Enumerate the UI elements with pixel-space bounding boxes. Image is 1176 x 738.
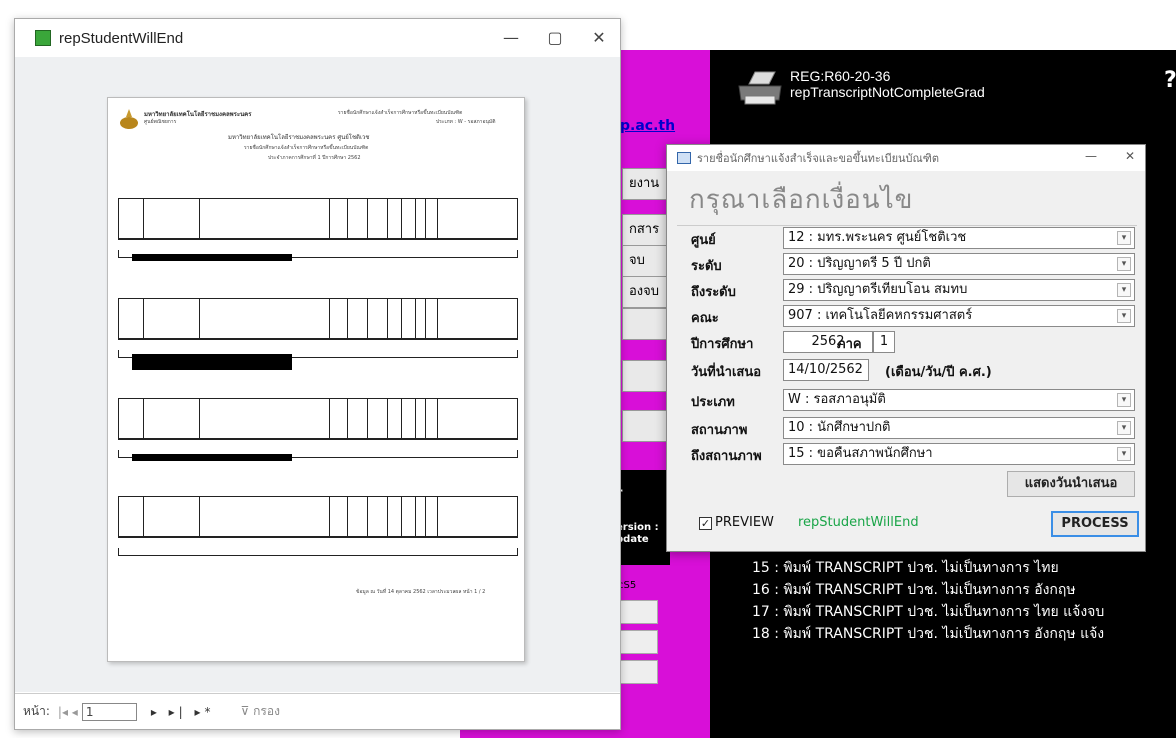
report-table-3 (118, 398, 518, 440)
filter-button[interactable]: ⊽ กรอง (241, 702, 280, 721)
report-menu-list: 15 : พิมพ์ TRANSCRIPT ปวช. ไม่เป็นทางการ… (752, 557, 1104, 645)
preview-report-name: repStudentWillEnd (798, 515, 919, 530)
dialog-close-icon[interactable]: ✕ (1125, 149, 1135, 163)
date-label: วันที่นำเสนอ (691, 365, 762, 380)
preview-label: PREVIEW (715, 515, 774, 530)
date-input[interactable]: 14/10/2562 (783, 359, 869, 381)
menu-item-16[interactable]: 16 : พิมพ์ TRANSCRIPT ปวช. ไม่เป็นทางการ… (752, 579, 1104, 601)
center-label: ศูนย์ (691, 233, 716, 248)
level-value: 20 : ปริญญาตรี 5 ปี ปกติ (788, 256, 931, 271)
menu-item-18[interactable]: 18 : พิมพ์ TRANSCRIPT ปวช. ไม่เป็นทางการ… (752, 623, 1104, 645)
faculty-value: 907 : เทคโนโลยีคหกรรมศาสตร์ (788, 308, 973, 323)
minimize-icon[interactable]: — (498, 27, 524, 49)
report-table-4 (118, 496, 518, 538)
preview-canvas[interactable]: มหาวิทยาลัยเทคโนโลยีราชมงคลพระนคร ศูนย์พ… (15, 57, 620, 692)
menu-button-blank-1[interactable] (622, 308, 672, 340)
show-date-button[interactable]: แสดงวันนำเสนอ (1007, 471, 1135, 497)
type-select[interactable]: W : รอสภาอนุมัติ ▾ (783, 389, 1135, 411)
center-select[interactable]: 12 : มทร.พระนคร ศูนย์โชติเวช ▾ (783, 227, 1135, 249)
to-status-label: ถึงสถานภาพ (691, 449, 762, 464)
paper-right-title: รายชื่อนักศึกษาแจ้งสำเร็จการศึกษาหรือขึ้… (338, 110, 463, 116)
window-title: repStudentWillEnd (59, 29, 184, 47)
page-label: หน้า: (23, 704, 50, 718)
level-label: ระดับ (691, 259, 722, 274)
chevron-down-icon[interactable]: ▾ (1117, 257, 1131, 271)
status-value: 10 : นักศึกษาปกติ (788, 420, 891, 435)
faculty-label: คณะ (691, 311, 719, 326)
maximize-icon[interactable]: ▢ (542, 27, 568, 49)
dialog-heading: กรุณาเลือกเงื่อนไข (689, 185, 914, 215)
to-level-value: 29 : ปริญญาตรีเทียบโอน สมทบ (788, 282, 968, 297)
level-select[interactable]: 20 : ปริญญาตรี 5 ปี ปกติ ▾ (783, 253, 1135, 275)
menu-button-documents[interactable]: กสาร (622, 214, 672, 246)
menu-button-request-graduate[interactable]: องจบ (622, 276, 672, 308)
criteria-dialog: รายชื่อนักศึกษาแจ้งสำเร็จและขอขึ้นทะเบีย… (666, 144, 1146, 552)
paper-heading-3: ประจำภาคการศึกษาที่ 1 ปีการศึกษา 2562 (268, 155, 361, 161)
term-label: ภาค (837, 337, 862, 352)
university-logo-icon (120, 109, 138, 129)
paper-heading-1: มหาวิทยาลัยเทคโนโลยีราชมงคลพระนคร ศูนย์โ… (228, 134, 370, 141)
process-button[interactable]: PROCESS (1051, 511, 1139, 537)
redacted-block (132, 354, 292, 370)
menu-button-blank-2[interactable] (622, 360, 672, 392)
to-level-select[interactable]: 29 : ปริญญาตรีเทียบโอน สมทบ ▾ (783, 279, 1135, 301)
redacted-block (132, 454, 292, 461)
term-input[interactable]: 1 (873, 331, 895, 353)
menu-item-15[interactable]: 15 : พิมพ์ TRANSCRIPT ปวช. ไม่เป็นทางการ… (752, 557, 1104, 579)
report-preview-window: repStudentWillEnd — ▢ ✕ มหาวิทยาลัยเทคโน… (14, 18, 621, 730)
report-table-2 (118, 298, 518, 340)
dialog-titlebar[interactable]: รายชื่อนักศึกษาแจ้งสำเร็จและขอขึ้นทะเบีย… (667, 145, 1145, 171)
preview-checkbox[interactable]: ✓ (699, 517, 712, 530)
report-table-1 (118, 198, 518, 240)
report-row (118, 548, 518, 556)
form-icon (677, 152, 691, 164)
type-label: ประเภท (691, 395, 735, 410)
dialog-minimize-icon[interactable]: — (1085, 149, 1097, 163)
report-code-name: repTranscriptNotCompleteGrad (790, 84, 985, 100)
chevron-down-icon[interactable]: ▾ (1117, 283, 1131, 297)
paper-heading-2: รายชื่อนักศึกษาแจ้งสำเร็จการศึกษาหรือขึ้… (244, 145, 369, 151)
menu-button-graduate[interactable]: จบ (622, 245, 672, 277)
redacted-block (132, 254, 292, 261)
menu-item-17[interactable]: 17 : พิมพ์ TRANSCRIPT ปวช. ไม่เป็นทางการ… (752, 601, 1104, 623)
window-titlebar[interactable]: repStudentWillEnd — ▢ ✕ (15, 19, 620, 57)
printer-icon (738, 71, 782, 105)
menu-button-report[interactable]: ยงาน (622, 168, 672, 200)
chevron-down-icon[interactable]: ▾ (1117, 421, 1131, 435)
to-level-label: ถึงระดับ (691, 285, 736, 300)
paper-footer: ข้อมูล ณ วันที่ 14 ตุลาคม 2562 เวลาประมว… (356, 589, 486, 595)
date-hint: (เดือน/วัน/ปี ค.ศ.) (885, 365, 992, 380)
paper-type-line: ประเภท : W - รอสภาอนุมัติ (436, 119, 496, 125)
menu-button-blank-3[interactable] (622, 410, 672, 442)
page-number-input[interactable]: 1 (81, 702, 137, 721)
type-value: W : รอสภาอนุมัติ (788, 392, 886, 407)
report-icon (35, 30, 51, 46)
divider (677, 225, 1137, 226)
year-label: ปีการศึกษา (691, 337, 754, 352)
report-code-id: REG:R60-20-36 (790, 68, 891, 84)
nav-first-prev-icon[interactable]: |◂ ◂ (58, 705, 78, 719)
to-status-value: 15 : ขอคืนสภาพนักศึกษา (788, 446, 933, 461)
help-icon[interactable]: ? (1164, 68, 1176, 93)
status-label: สถานภาพ (691, 423, 748, 438)
paper-center: ศูนย์พณิชยการ (144, 119, 177, 125)
report-code: REG:R60-20-36 repTranscriptNotCompleteGr… (790, 68, 985, 100)
record-navigation-bar: หน้า: |◂ ◂ 1 ▸ ▸| ▸* ⊽ กรอง (15, 693, 620, 729)
dialog-title: รายชื่อนักศึกษาแจ้งสำเร็จและขอขึ้นทะเบีย… (697, 152, 939, 165)
chevron-down-icon[interactable]: ▾ (1117, 447, 1131, 461)
site-link[interactable]: p.ac.th (620, 118, 675, 134)
close-icon[interactable]: ✕ (586, 27, 612, 49)
chevron-down-icon[interactable]: ▾ (1117, 231, 1131, 245)
center-value: 12 : มทร.พระนคร ศูนย์โชติเวช (788, 230, 967, 245)
status-select[interactable]: 10 : นักศึกษาปกติ ▾ (783, 417, 1135, 439)
version-label: ersion : (616, 522, 659, 533)
report-page: มหาวิทยาลัยเทคโนโลยีราชมงคลพระนคร ศูนย์พ… (107, 97, 525, 662)
nav-next-last-icon[interactable]: ▸ ▸| ▸* (151, 705, 215, 719)
to-status-select[interactable]: 15 : ขอคืนสภาพนักศึกษา ▾ (783, 443, 1135, 465)
chevron-down-icon[interactable]: ▾ (1117, 309, 1131, 323)
faculty-select[interactable]: 907 : เทคโนโลยีคหกรรมศาสตร์ ▾ (783, 305, 1135, 327)
chevron-down-icon[interactable]: ▾ (1117, 393, 1131, 407)
